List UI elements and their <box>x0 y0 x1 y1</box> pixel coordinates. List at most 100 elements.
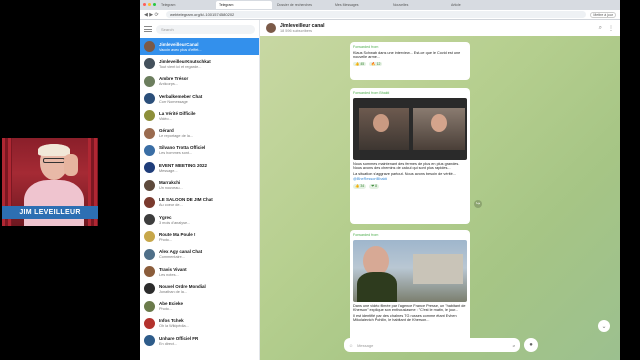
chat-preview: Oh la Wikipédia... <box>159 324 189 329</box>
forwarded-label[interactable]: Forwarded from Bhakti <box>353 91 467 96</box>
message-bubble[interactable]: Forwarded from Bhakti Nous sommes mainte… <box>350 88 470 224</box>
message-composer[interactable]: ☺ Message ⌀ <box>344 338 520 352</box>
reaction[interactable]: 🔥 12 <box>369 61 383 67</box>
microphone-icon[interactable]: ● <box>524 338 538 352</box>
more-icon[interactable]: ⋮ <box>608 25 614 32</box>
reaction[interactable]: ❤ 8 <box>369 183 380 189</box>
chat-avatar <box>144 317 155 329</box>
message-link[interactable]: @BheRessortBhakti <box>353 177 467 182</box>
chat-list-item[interactable]: Abe Ecieke Photo... <box>140 297 259 314</box>
video-thumbnail[interactable] <box>353 97 467 160</box>
chat-list-item[interactable]: Silvano Trotta Officiel Les hommes sont..… <box>140 142 259 159</box>
chat-list-item[interactable]: JimleveilleurKnutschkat Tout vient ici et… <box>140 55 259 72</box>
chat-list-item[interactable]: EVENT MEETING 2022 Message... <box>140 159 259 176</box>
browser-tab[interactable]: Telegram <box>158 1 214 9</box>
reaction[interactable]: 👍 45 <box>353 61 367 67</box>
presenter-body <box>24 180 84 226</box>
channel-subtitle: 18 596 subscribers <box>280 29 313 33</box>
chat-preview: Le reportage de la... <box>159 134 193 139</box>
channel-avatar[interactable] <box>266 23 276 33</box>
chat-title: Infos Tchek <box>159 318 184 324</box>
chat-list: JimleveilleurCanal Vaccin avec plus d'eff… <box>140 38 259 349</box>
chat-panel: Jimleveilleur canal 18 596 subscribers ⌕… <box>260 20 620 360</box>
chat-avatar <box>144 41 155 53</box>
hamburger-menu-icon[interactable] <box>144 26 152 32</box>
chat-preview: Un nouveau... <box>159 186 183 191</box>
chat-list-item[interactable]: Gérard Le reportage de la... <box>140 124 259 141</box>
chat-list-item[interactable]: Nouvel Ordre Mondial Jonathan de la... <box>140 280 259 297</box>
chat-preview: En direct... <box>159 341 178 346</box>
browser-tab[interactable]: Mes Messages <box>332 1 388 9</box>
chat-avatar <box>144 93 155 105</box>
message-bubble[interactable]: Forwarded from Dans une vidéo filmée par… <box>350 230 470 350</box>
chat-list-sidebar: Search JimleveilleurCanal Vaccin avec plu… <box>140 20 260 360</box>
forwarded-label[interactable]: Forwarded from <box>353 45 467 50</box>
forwarded-label[interactable]: Forwarded from <box>353 233 467 238</box>
chat-avatar <box>144 196 155 208</box>
chat-list-item[interactable]: Alex Agy canal Chat Commentaire... <box>140 246 259 263</box>
screen: JIM LEVEILLEUR Telegram Telegram Dossier… <box>0 0 640 360</box>
chat-list-item[interactable]: JimleveilleurCanal Vaccin avec plus d'eff… <box>140 38 259 56</box>
chat-list-item[interactable]: LE SALOON DE JIM Chat Au coeur de... <box>140 194 259 211</box>
chat-list-item[interactable]: Ambre Trésor Anticorps... <box>140 73 259 90</box>
scroll-down-icon[interactable]: ⌄ <box>598 320 610 332</box>
tab-bar: Telegram Telegram Dossier de recherches … <box>140 0 620 10</box>
chat-title: Nouvel Ordre Mondial <box>159 283 206 289</box>
video-thumbnail[interactable] <box>353 239 467 302</box>
window-controls <box>143 3 156 6</box>
chat-header[interactable]: Jimleveilleur canal 18 596 subscribers ⌕… <box>260 20 620 36</box>
chat-avatar <box>144 283 155 295</box>
webcam-name-label: JIM LEVEILLEUR <box>2 206 98 219</box>
chat-title: LE SALOON DE JIM Chat <box>159 197 213 203</box>
chat-title: JimleveilleurKnutschkat <box>159 58 211 64</box>
reaction[interactable]: 👍 34 <box>353 183 367 189</box>
nav-arrows-icon[interactable]: ◀ ▶ ⟳ <box>144 12 162 18</box>
chat-list-item[interactable]: La Vérité Difficile Vidéo... <box>140 107 259 124</box>
chat-title: Travis Vivant <box>159 266 187 272</box>
browser-tab[interactable]: Dossier de recherches <box>274 1 330 9</box>
chat-list-item[interactable]: Route Ma Poule ! Photo... <box>140 228 259 245</box>
chat-list-item[interactable]: Marrakchi Un nouveau... <box>140 176 259 193</box>
chat-list-item[interactable]: Travis Vivant Les notes... <box>140 263 259 280</box>
message-text: Klaus Schwab dans une interview... Est-c… <box>353 50 461 60</box>
chat-list-item[interactable]: Verbalkemeber Chat Corr Nomessage <box>140 90 259 107</box>
chat-preview: Photo... <box>159 237 173 242</box>
chat-avatar <box>144 162 155 174</box>
chat-title: Route Ma Poule ! <box>159 231 196 237</box>
chat-preview: Vidéo... <box>159 116 172 121</box>
chat-avatar <box>144 231 155 243</box>
chat-avatar <box>144 75 155 87</box>
browser-tab[interactable]: Nouvelles <box>390 1 446 9</box>
chat-avatar <box>144 144 155 156</box>
chat-avatar <box>144 300 155 312</box>
message-input[interactable]: Message <box>357 343 373 348</box>
chat-avatar <box>144 335 155 347</box>
chat-avatar <box>144 127 155 139</box>
chat-list-item[interactable]: Unhare Officiel FR En direct... <box>140 332 259 349</box>
chat-list-item[interactable]: Ygrec 3 mois d'analyse... <box>140 211 259 228</box>
chat-title: Ambre Trésor <box>159 76 189 82</box>
browser-tab[interactable]: Article <box>448 1 504 9</box>
search-input[interactable]: Search <box>156 24 255 34</box>
chat-title: Abe Ecieke <box>159 301 184 307</box>
message-text: La situation s'aggrave partout. Nous avo… <box>353 171 456 176</box>
chat-list-item[interactable]: Infos Tchek Oh la Wikipédia... <box>140 315 259 332</box>
message-text: Il est identifié par des chaînes TG russ… <box>353 313 457 323</box>
attach-icon[interactable]: ⌀ <box>513 343 515 348</box>
update-button[interactable]: Mettre à jour <box>590 11 616 18</box>
message-bubble[interactable]: Forwarded from Klaus Schwab dans une int… <box>350 42 470 80</box>
presenter-hand <box>64 154 78 176</box>
chat-preview: Message... <box>159 168 178 173</box>
url-field[interactable]: webtelegram.org/k/-1001574580202 <box>166 11 587 18</box>
chat-title: Alex Agy canal Chat <box>159 249 203 255</box>
chat-preview: Tout vient ici et regarde... <box>159 64 202 69</box>
chat-title: Verbalkemeber Chat <box>159 93 203 99</box>
chat-avatar <box>144 58 155 70</box>
chat-title: JimleveilleurCanal <box>159 41 199 47</box>
search-icon[interactable]: ⌕ <box>599 25 602 32</box>
chat-avatar <box>144 110 155 122</box>
browser-tab-active[interactable]: Telegram <box>216 1 272 9</box>
emoji-icon[interactable]: ☺ <box>349 343 353 348</box>
chat-title: Gérard <box>159 128 174 134</box>
share-icon[interactable]: ↪ <box>474 200 482 208</box>
